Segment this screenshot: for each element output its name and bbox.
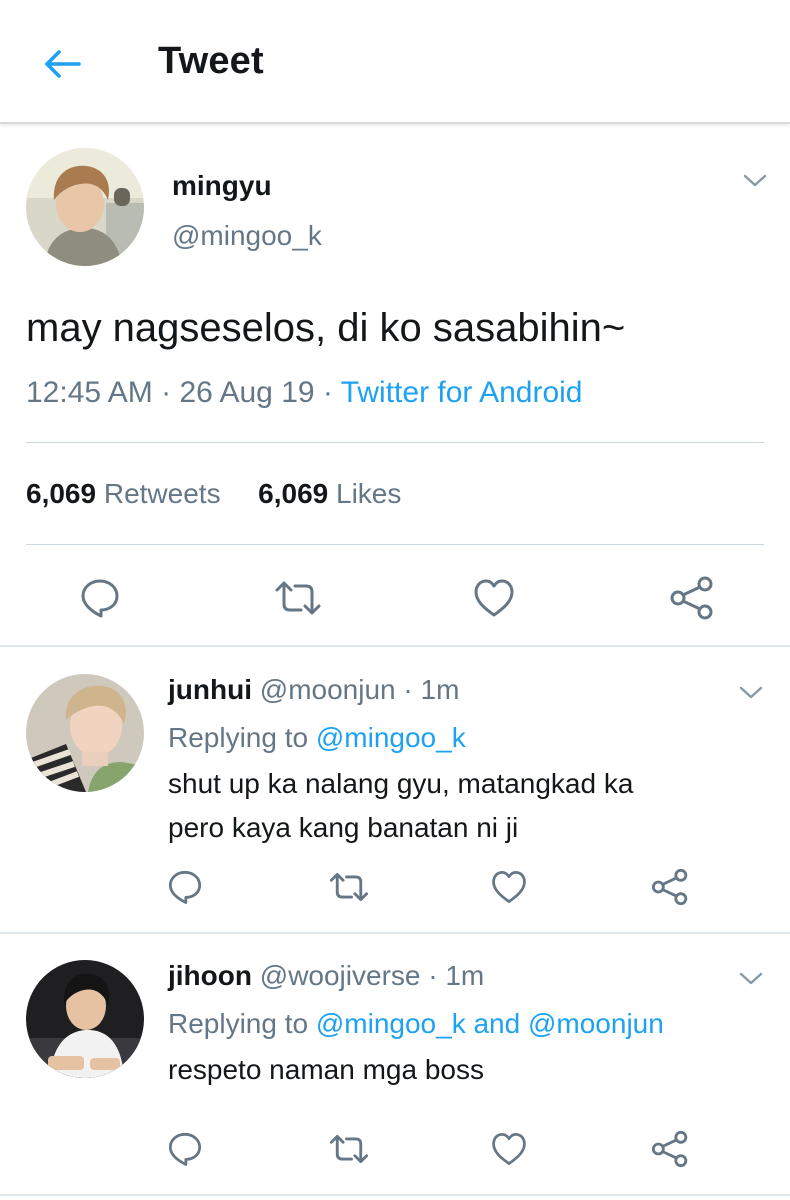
- meta-separator: ·: [161, 376, 180, 409]
- replying-to-label: Replying to: [168, 1008, 309, 1039]
- chevron-down-icon: [739, 972, 763, 985]
- reply-text: respeto naman mga boss: [168, 1048, 484, 1092]
- avatar-image: [26, 960, 144, 1078]
- replying-to-label: Replying to: [168, 722, 309, 753]
- reply-author-line: junhui @moonjun · 1m: [168, 674, 459, 706]
- tweet-menu-button[interactable]: [736, 964, 766, 994]
- reply-text: shut up ka nalang gyu, matangkad ka pero…: [168, 762, 633, 850]
- tweet-stats: 6,069 Retweets 6,069 Likes: [26, 478, 401, 510]
- like-button[interactable]: [470, 574, 518, 622]
- share-button[interactable]: [666, 574, 718, 622]
- author-handle[interactable]: @mingoo_k: [172, 220, 322, 252]
- back-button[interactable]: [38, 40, 86, 88]
- likes-label: Likes: [336, 478, 402, 509]
- tweet-metadata: 12:45 AM · 26 Aug 19 · Twitter for Andro…: [26, 376, 583, 410]
- divider: [26, 544, 764, 545]
- likes-stat[interactable]: 6,069 Likes: [258, 478, 401, 509]
- page-title: Tweet: [158, 40, 264, 82]
- share-icon: [651, 868, 688, 906]
- tweet-menu-button[interactable]: [736, 678, 766, 708]
- replying-to-line: Replying to @mingoo_k and @moonjun: [168, 1008, 664, 1040]
- reply-button[interactable]: [76, 574, 124, 622]
- top-bar: Tweet: [0, 0, 790, 124]
- reply-time: 1m: [420, 674, 460, 705]
- share-button[interactable]: [648, 1128, 692, 1170]
- retweet-icon: [329, 1134, 369, 1164]
- reply-button[interactable]: [164, 1128, 206, 1170]
- likes-count: 6,069: [258, 478, 329, 509]
- retweets-label: Retweets: [103, 478, 221, 509]
- like-button[interactable]: [488, 866, 530, 908]
- reply-text-line: respeto naman mga boss: [168, 1054, 484, 1085]
- chevron-down-icon: [743, 174, 767, 187]
- chevron-down-icon: [739, 686, 763, 699]
- retweet-button[interactable]: [326, 866, 372, 908]
- section-separator: [0, 932, 790, 934]
- reply-icon: [168, 1132, 202, 1166]
- avatar[interactable]: [26, 674, 144, 792]
- mention-link[interactable]: @mingoo_k and @moonjun: [316, 1008, 664, 1039]
- like-icon: [474, 579, 514, 617]
- retweets-stat[interactable]: 6,069 Retweets: [26, 478, 221, 509]
- replying-to-line: Replying to @mingoo_k: [168, 722, 466, 754]
- author-name[interactable]: mingyu: [172, 170, 272, 202]
- reply-icon: [81, 579, 119, 618]
- reply-time: 1m: [445, 960, 485, 991]
- retweet-icon: [275, 581, 321, 615]
- retweet-button[interactable]: [272, 574, 324, 622]
- like-icon: [492, 1133, 526, 1165]
- back-arrow-icon: [45, 50, 81, 78]
- share-button[interactable]: [648, 866, 692, 908]
- section-separator: [0, 645, 790, 647]
- avatar[interactable]: [26, 960, 144, 1078]
- avatar-image: [26, 148, 144, 266]
- tweet-menu-button[interactable]: [740, 166, 770, 196]
- divider: [26, 442, 764, 443]
- avatar[interactable]: [26, 148, 144, 266]
- mention-link[interactable]: @mingoo_k: [316, 722, 466, 753]
- reply-author-name[interactable]: junhui: [168, 674, 252, 705]
- reply-author-handle[interactable]: @moonjun: [260, 674, 396, 705]
- tweet-date: 26 Aug 19: [179, 376, 315, 409]
- section-separator: [0, 1194, 790, 1196]
- tweet-source-link[interactable]: Twitter for Android: [341, 376, 583, 409]
- meta-separator: ·: [322, 376, 341, 409]
- share-icon: [651, 1130, 688, 1168]
- reply-author-name[interactable]: jihoon: [168, 960, 252, 991]
- meta-separator: ·: [428, 960, 438, 991]
- retweet-button[interactable]: [326, 1128, 372, 1170]
- reply-text-line: shut up ka nalang gyu, matangkad ka: [168, 768, 634, 799]
- tweet-time: 12:45 AM: [26, 376, 153, 409]
- share-icon: [670, 576, 713, 620]
- meta-separator: ·: [403, 674, 413, 705]
- reply-author-handle[interactable]: @woojiverse: [260, 960, 421, 991]
- tweet-text: may nagseselos, di ko sasabihin~: [26, 306, 626, 350]
- retweet-icon: [329, 872, 369, 902]
- reply-button[interactable]: [164, 866, 206, 908]
- reply-icon: [168, 870, 202, 904]
- like-icon: [492, 871, 526, 903]
- reply-text-line: pero kaya kang banatan ni ji: [168, 812, 519, 843]
- like-button[interactable]: [488, 1128, 530, 1170]
- reply-author-line: jihoon @woojiverse · 1m: [168, 960, 484, 992]
- avatar-image: [26, 674, 144, 792]
- retweets-count: 6,069: [26, 478, 97, 509]
